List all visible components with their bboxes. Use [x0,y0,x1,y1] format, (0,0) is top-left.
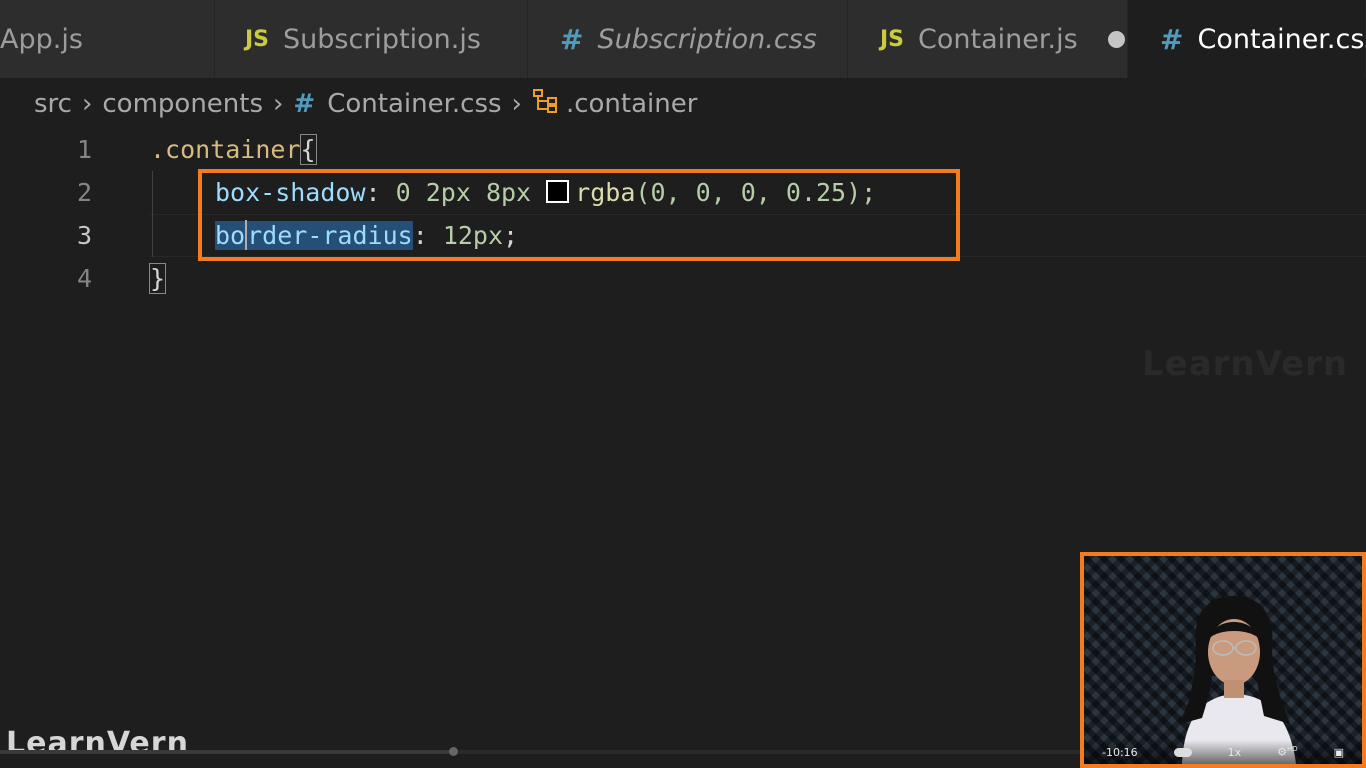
webcam-overlay: -10:16 1x ⚙HD ▣ [1080,552,1366,768]
watermark-logo-corner: LearnVern [6,726,189,761]
line-number: 3 [76,221,92,250]
settings-gear-icon[interactable]: ⚙HD [1277,745,1298,759]
time-remaining: -10:16 [1101,745,1138,759]
breadcrumb: src › components › # Container.css › .co… [34,84,697,124]
tab-label: Container.css [1197,23,1366,55]
video-progress-fill [0,750,452,754]
chevron-right-icon: › [81,89,93,119]
symbol-class-icon [532,88,560,121]
quality-badge: HD [1286,745,1298,754]
line-number: 2 [76,178,92,207]
playback-speed[interactable]: 1x [1228,746,1242,759]
css-file-icon: # [293,89,316,119]
chevron-right-icon: › [511,89,522,119]
tab-container-css[interactable]: # Container.css [1128,0,1366,78]
css-file-icon: # [1160,22,1184,56]
tab-label: Subscription.css [597,23,817,55]
code-line[interactable]: 4 } [0,257,1366,300]
chevron-right-icon: › [273,89,284,119]
breadcrumb-file[interactable]: Container.css [327,89,501,119]
js-file-icon: JS [880,26,905,52]
video-progress-bar[interactable] [0,747,1080,756]
editor-tab-bar: App.js JS Subscription.js # Subscription… [0,0,1366,78]
breadcrumb-components[interactable]: components [102,89,263,119]
breadcrumb-symbol[interactable]: .container [566,89,697,119]
close-brace: } [148,263,167,294]
css-file-icon: # [560,22,584,56]
toggle-icon[interactable] [1173,747,1192,757]
fullscreen-icon[interactable]: ▣ [1334,746,1344,759]
presenter-image [1180,596,1296,764]
breadcrumb-src[interactable]: src [34,89,72,119]
line-number: 1 [76,135,92,164]
tab-container-js[interactable]: JS Container.js [848,0,1128,78]
highlight-annotation-box [198,169,960,261]
watermark-logo: LearnVern [1142,344,1349,384]
unsaved-dot-icon[interactable] [1107,30,1125,48]
js-file-icon: JS [245,26,270,52]
code-line[interactable]: 1 .container{ [0,128,1366,171]
tab-app-js[interactable]: App.js [0,0,215,78]
tab-label: Subscription.js [283,23,481,55]
tab-subscription-css[interactable]: # Subscription.css [528,0,848,78]
line-number: 4 [76,264,92,293]
css-selector: .container [150,135,301,164]
tab-subscription-js[interactable]: JS Subscription.js [215,0,528,78]
tab-label: Container.js [918,23,1078,55]
progress-knob[interactable] [449,747,458,756]
video-controls: -10:16 1x ⚙HD ▣ [1084,740,1362,764]
open-brace: { [299,134,317,165]
tab-label: App.js [0,23,83,55]
